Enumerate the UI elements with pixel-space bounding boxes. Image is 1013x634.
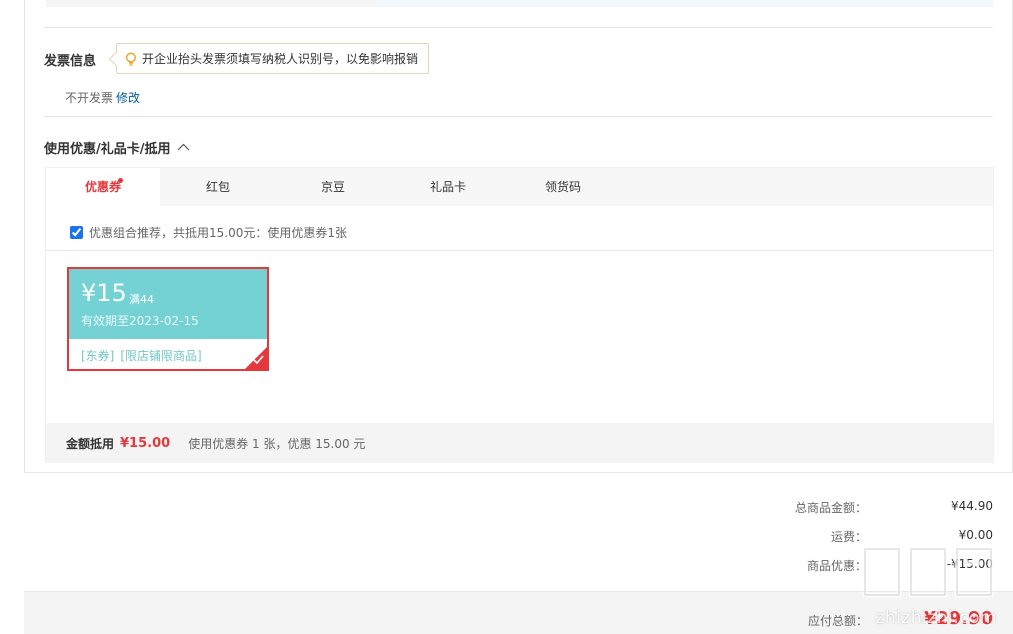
new-dot-badge <box>118 178 123 183</box>
invoice-status: 不开发票 <box>65 91 114 105</box>
tab-label: 优惠券 <box>84 180 121 194</box>
discount-section-toggle[interactable]: 使用优惠/礼品卡/抵用 <box>44 138 190 157</box>
invoice-title: 发票信息 <box>44 54 97 69</box>
discount-section-title: 使用优惠/礼品卡/抵用 <box>44 142 171 157</box>
checkmark-icon <box>253 353 264 367</box>
invoice-tip-text: 开企业抬头发票须填写纳税人识别号，以免影响报销 <box>142 52 419 66</box>
tab-label: 京豆 <box>320 180 345 194</box>
summary-desc: 使用优惠券 1 张，优惠 15.00 元 <box>188 436 366 451</box>
discount-summary: 金额抵用 ¥15.00 使用优惠券 1 张，优惠 15.00 元 <box>46 423 993 463</box>
recommend-text: 优惠组合推荐，共抵用15.00元：使用优惠券1张 <box>89 226 347 240</box>
coupon-amount: ¥15 <box>81 279 127 307</box>
recommend-combo: 优惠组合推荐，共抵用15.00元：使用优惠券1张 <box>70 224 347 241</box>
tab-pickup-code[interactable]: 领货码 <box>519 168 607 206</box>
coupon-tag: [限店铺限商品] <box>120 349 202 363</box>
tab-label: 礼品卡 <box>429 180 466 194</box>
shipping-label: 运费： <box>830 530 867 544</box>
payable-label: 应付总额： <box>807 614 868 628</box>
discount-tabs: 优惠券 红包 京豆 礼品卡 领货码 <box>46 168 993 206</box>
tab-jd-beans[interactable]: 京豆 <box>289 168 377 206</box>
invoice-edit-link[interactable]: 修改 <box>116 89 140 106</box>
discount-row: 商品优惠： -¥15.00 <box>667 557 993 574</box>
coupon-condition: 满44 <box>129 293 154 306</box>
divider <box>44 116 993 117</box>
total-items-value: ¥44.90 <box>951 499 993 513</box>
shipping-row: 运费： ¥0.00 <box>667 528 993 545</box>
tab-label: 领货码 <box>544 180 581 194</box>
tab-gift-card[interactable]: 礼品卡 <box>404 168 492 206</box>
total-items-label: 总商品金额： <box>794 501 867 515</box>
payable-amount: ¥29.90 <box>923 608 993 629</box>
payable-bar: 应付总额： ¥29.90 <box>24 591 1013 634</box>
recommend-checkbox[interactable] <box>70 226 83 239</box>
summary-label: 金额抵用 <box>66 436 115 451</box>
summary-amount: ¥15.00 <box>120 435 171 451</box>
discount-panel: 优惠券 红包 京豆 礼品卡 领货码 优惠组合推荐，共抵用15.00元：使用优惠券… <box>45 167 994 463</box>
previous-section-strip <box>46 0 993 7</box>
tab-label: 红包 <box>205 180 230 194</box>
total-items-row: 总商品金额： ¥44.90 <box>667 499 993 516</box>
divider <box>46 250 993 251</box>
coupon-tags: [东券] [限店铺限商品] <box>81 347 202 364</box>
divider <box>44 27 993 28</box>
tab-coupons[interactable]: 优惠券 <box>46 168 160 206</box>
coupon-expiry: 有效期至2023-02-15 <box>81 314 199 328</box>
discount-value: -¥15.00 <box>946 557 993 571</box>
coupon-card[interactable]: ¥15 满44 有效期至2023-02-15 [东券] [限店铺限商品] <box>67 267 269 371</box>
coupon-header: ¥15 满44 有效期至2023-02-15 <box>69 269 267 339</box>
lightbulb-icon <box>125 51 137 66</box>
discount-label: 商品优惠： <box>806 559 867 573</box>
chevron-up-icon <box>177 140 190 155</box>
invoice-tip: 开企业抬头发票须填写纳税人识别号，以免影响报销 <box>116 43 430 74</box>
shipping-value: ¥0.00 <box>958 528 993 542</box>
tab-red-packet[interactable]: 红包 <box>174 168 262 206</box>
coupon-tag: [东券] <box>81 349 115 363</box>
